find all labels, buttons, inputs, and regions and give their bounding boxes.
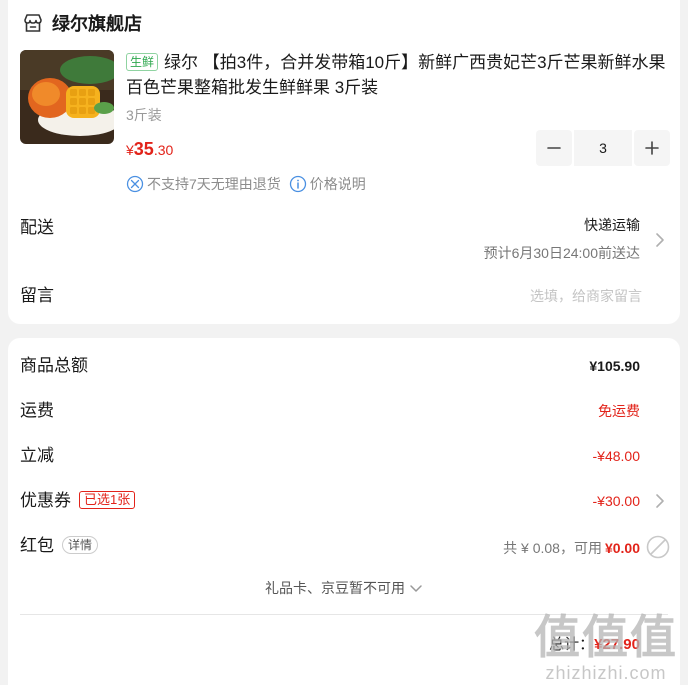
no-return-label: 不支持7天无理由退货 bbox=[147, 176, 281, 192]
fresh-tag: 生鲜 bbox=[126, 53, 159, 71]
chevron-right-icon[interactable] bbox=[654, 232, 666, 253]
chevron-down-icon bbox=[410, 585, 422, 593]
shipping-method[interactable]: 快递运输 bbox=[584, 215, 640, 235]
info-icon bbox=[289, 175, 306, 193]
store-name[interactable]: 绿尔旗舰店 bbox=[52, 13, 142, 35]
price-decimal: .30 bbox=[153, 142, 174, 158]
price-explanation[interactable]: 价格说明 bbox=[289, 174, 366, 194]
plus-icon bbox=[645, 141, 659, 155]
service-info: 不支持7天无理由退货 价格说明 bbox=[126, 174, 374, 194]
redpack-value: 共 ¥ 0.08，可用 ¥0.00 bbox=[503, 538, 640, 558]
note-label: 留言 bbox=[20, 286, 54, 305]
redpack-total-text: 共 ¥ 0.08，可用 bbox=[503, 540, 602, 556]
product-title-text: 绿尔 【拍3件，合并发带箱10斤】新鲜广西贵妃芒3斤芒果新鲜水果百色芒果整箱批发… bbox=[126, 53, 666, 97]
giftcard-unavailable[interactable]: 礼品卡、京豆暂不可用 bbox=[8, 578, 680, 598]
product-price: ¥35.30 bbox=[126, 138, 173, 162]
shipping-eta[interactable]: 预计6月30日24:00前送达 bbox=[484, 243, 640, 263]
product-title[interactable]: 生鲜 绿尔 【拍3件，合并发带箱10斤】新鲜广西贵妃芒3斤芒果新鲜水果百色芒果整箱… bbox=[126, 50, 672, 100]
price-currency: ¥ bbox=[126, 142, 134, 158]
price-explanation-label: 价格说明 bbox=[309, 176, 366, 192]
price-summary-card: 商品总额 ¥105.90 运费 免运费 立减 -¥48.00 优惠券 已选1张 -… bbox=[8, 338, 680, 685]
total-label: 总计： bbox=[549, 636, 595, 653]
product-spec[interactable]: 3斤装 bbox=[126, 106, 162, 124]
coupon-label: 优惠券 bbox=[20, 491, 71, 510]
minus-icon bbox=[547, 147, 561, 149]
increase-button[interactable] bbox=[634, 130, 670, 166]
redpack-disabled-toggle[interactable] bbox=[646, 535, 670, 564]
freight-value: 免运费 bbox=[598, 403, 640, 419]
order-item-card: 绿尔旗舰店 生鲜 绿尔 【拍3件，合并发带箱10斤】新鲜广西贵妃芒3斤芒果新鲜水… bbox=[8, 0, 680, 324]
divider bbox=[20, 614, 668, 615]
redpack-label: 红包 bbox=[20, 536, 54, 555]
coupon-row[interactable]: 优惠券 已选1张 bbox=[20, 490, 136, 512]
store-icon bbox=[22, 12, 44, 34]
freight-label: 运费 bbox=[20, 401, 54, 420]
redpack-row: 红包 详情 bbox=[20, 535, 99, 557]
total-value: ¥27.90 bbox=[594, 636, 640, 653]
decrease-button[interactable] bbox=[536, 130, 572, 166]
price-integer: 35 bbox=[133, 139, 154, 159]
no-return-policy[interactable]: 不支持7天无理由退货 bbox=[126, 174, 281, 194]
redpack-detail-button[interactable]: 详情 bbox=[62, 536, 99, 554]
note-input[interactable] bbox=[342, 284, 642, 308]
no-return-icon bbox=[126, 175, 144, 193]
coupon-selected-tag: 已选1张 bbox=[79, 491, 136, 509]
quantity-stepper: 3 bbox=[536, 130, 670, 166]
goods-total-value: ¥105.90 bbox=[589, 358, 640, 374]
order-total: 总计：¥27.90 bbox=[549, 634, 640, 656]
disabled-circle-icon bbox=[646, 535, 670, 559]
goods-total-label: 商品总额 bbox=[20, 356, 88, 375]
redpack-used-amount: ¥0.00 bbox=[604, 540, 640, 556]
discount-label: 立减 bbox=[20, 446, 54, 465]
product-thumbnail[interactable] bbox=[20, 50, 114, 144]
chevron-right-icon[interactable] bbox=[654, 493, 666, 514]
coupon-value[interactable]: -¥30.00 bbox=[593, 491, 640, 511]
giftcard-text: 礼品卡、京豆暂不可用 bbox=[265, 580, 405, 596]
shipping-label: 配送 bbox=[20, 218, 54, 237]
discount-value: -¥48.00 bbox=[592, 448, 640, 464]
quantity-value[interactable]: 3 bbox=[574, 130, 632, 166]
